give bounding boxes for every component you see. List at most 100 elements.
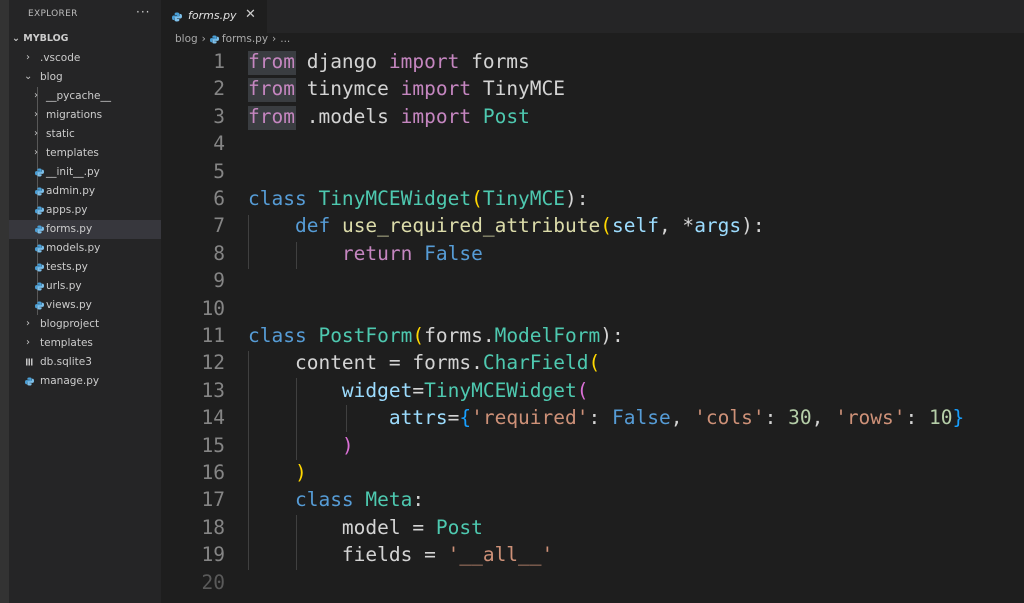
chevron-right-icon: › <box>34 109 38 120</box>
line-number: 7 <box>213 214 225 237</box>
close-icon[interactable]: ✕ <box>245 7 256 22</box>
tree-item-admin-py[interactable]: admin.py <box>9 182 161 201</box>
tab-forms-py[interactable]: forms.py ✕ <box>161 0 267 33</box>
python-file-icon <box>35 263 44 272</box>
vscode-window: EXPLORER ··· ⌄ MYBLOG › .vscode ⌄ blog ›… <box>0 0 1024 603</box>
tree-item-tests-py[interactable]: tests.py <box>9 258 161 277</box>
code-line: ) <box>294 461 307 484</box>
tree-item-label: apps.py <box>46 204 88 216</box>
line-number: 5 <box>213 160 225 183</box>
line-number: 19 <box>201 543 225 566</box>
tree-item-blog[interactable]: ⌄ blog <box>9 68 161 87</box>
chevron-down-icon: ⌄ <box>24 71 33 82</box>
line-number: 11 <box>201 324 225 347</box>
database-file-icon <box>26 358 33 366</box>
python-file-icon <box>35 244 44 253</box>
tree-item-urls-py[interactable]: urls.py <box>9 277 161 296</box>
tree-item-label: __init__.py <box>46 166 100 178</box>
tree-item-blogproject[interactable]: › blogproject <box>9 315 161 334</box>
breadcrumb-folder[interactable]: blog <box>175 33 198 45</box>
line-number: 4 <box>213 132 225 155</box>
chevron-right-icon: › <box>26 337 30 348</box>
explorer-title: EXPLORER <box>28 9 78 19</box>
line-number: 1 <box>213 50 225 73</box>
tree-item-label: urls.py <box>46 280 82 292</box>
tab-bar: forms.py ✕ <box>161 0 1024 33</box>
line-number: 2 <box>213 77 225 100</box>
tree-item-manage-py[interactable]: manage.py <box>9 372 161 391</box>
line-number: 12 <box>201 351 225 374</box>
tree-item-label: blogproject <box>40 318 100 330</box>
tree-item-pycache[interactable]: › __pycache__ <box>9 87 161 106</box>
code-line: class TinyMCEWidget(TinyMCE): <box>248 187 589 210</box>
python-file-icon <box>209 34 219 44</box>
code-line: fields = '__all__' <box>341 543 554 566</box>
tree-item-models-py[interactable]: models.py <box>9 239 161 258</box>
code-line: from django import forms <box>248 50 530 73</box>
code-line: widget=TinyMCEWidget( <box>341 379 589 402</box>
tree-item-label: views.py <box>46 299 92 311</box>
tree-item-migrations[interactable]: › migrations <box>9 106 161 125</box>
code-line: ) <box>341 434 354 457</box>
chevron-right-icon: › <box>26 52 30 63</box>
tree-item-label: db.sqlite3 <box>40 356 92 368</box>
tree-item-templates[interactable]: › templates <box>9 144 161 163</box>
tree-item-views-py[interactable]: views.py <box>9 296 161 315</box>
tree-item-label: blog <box>40 71 63 83</box>
tree-item-static[interactable]: › static <box>9 125 161 144</box>
code-editor[interactable]: 1 2 3 4 5 6 7 8 9 10 11 12 13 14 15 16 1… <box>161 49 1024 603</box>
chevron-right-icon: › <box>34 147 38 158</box>
python-file-icon <box>35 225 44 234</box>
tree-item-label: templates <box>46 147 99 159</box>
tree-item-vscode[interactable]: › .vscode <box>9 49 161 68</box>
code-line: content = forms.CharField( <box>294 351 601 374</box>
more-actions-icon[interactable]: ··· <box>136 5 150 19</box>
line-number: 15 <box>201 434 225 457</box>
tree-item-apps-py[interactable]: apps.py <box>9 201 161 220</box>
code-line: def use_required_attribute(self, *args): <box>294 214 765 237</box>
line-number: 13 <box>201 379 225 402</box>
code-line: from .models import Post <box>248 105 530 128</box>
tree-item-init-py[interactable]: __init__.py <box>9 163 161 182</box>
python-file-icon <box>35 168 44 177</box>
editor-area: forms.py ✕ blog › forms.py ›... 1 2 3 4 5 <box>161 0 1024 603</box>
tree-item-label: .vscode <box>40 52 81 64</box>
code-line: model = Post <box>341 516 483 539</box>
tree-item-label: admin.py <box>46 185 96 197</box>
tree-item-label: static <box>46 128 75 140</box>
line-number: 8 <box>213 242 225 265</box>
workspace-root[interactable]: ⌄ MYBLOG <box>12 33 68 44</box>
line-number: 3 <box>213 105 225 128</box>
python-file-icon <box>35 187 44 196</box>
line-number: 10 <box>201 297 225 320</box>
line-number: 6 <box>213 187 225 210</box>
python-file-icon <box>25 377 34 386</box>
tree-item-label: __pycache__ <box>46 90 111 102</box>
tree-item-forms-py[interactable]: forms.py <box>9 220 161 239</box>
explorer-sidebar: EXPLORER ··· ⌄ MYBLOG › .vscode ⌄ blog ›… <box>0 0 161 603</box>
python-file-icon <box>35 206 44 215</box>
tree-item-label: tests.py <box>46 261 88 273</box>
tree-item-label: manage.py <box>40 375 100 387</box>
line-number-current: 20 <box>201 571 225 594</box>
code-line: from tinymce import TinyMCE <box>248 77 566 100</box>
tree-item-label: templates <box>40 337 93 349</box>
chevron-right-icon: › <box>201 33 206 45</box>
python-file-icon <box>172 12 182 22</box>
line-number: 18 <box>201 516 225 539</box>
line-number: 9 <box>213 269 225 292</box>
tree-item-db-sqlite3[interactable]: db.sqlite3 <box>9 353 161 372</box>
chevron-right-icon: › <box>34 128 38 139</box>
code-line: class Meta: <box>294 488 425 511</box>
workspace-root-label: MYBLOG <box>23 33 69 44</box>
breadcrumb-file[interactable]: forms.py <box>222 33 268 45</box>
tab-label: forms.py <box>188 9 237 22</box>
tree-item-templates-root[interactable]: › templates <box>9 334 161 353</box>
code-line: class PostForm(forms.ModelForm): <box>248 324 624 347</box>
line-number: 16 <box>201 461 225 484</box>
breadcrumb-symbol[interactable]: ... <box>280 33 290 45</box>
line-number: 14 <box>201 406 225 429</box>
chevron-down-icon: ⌄ <box>12 33 20 44</box>
tree-item-label: models.py <box>46 242 101 254</box>
tree-item-label: migrations <box>46 109 103 121</box>
